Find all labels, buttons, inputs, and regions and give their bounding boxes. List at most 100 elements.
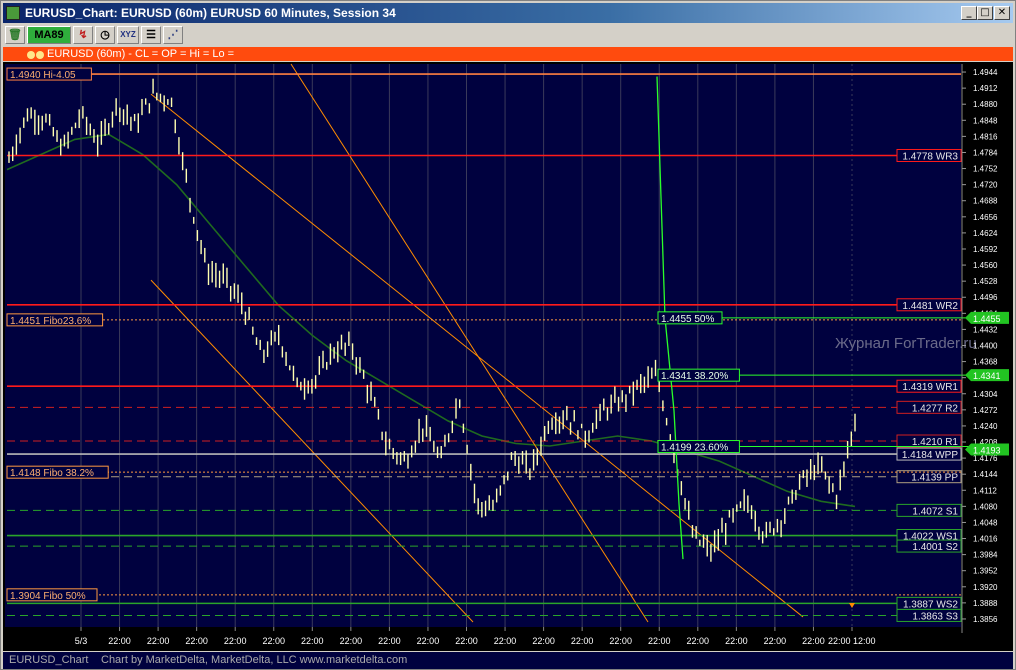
price-tick-label: 1.4720	[973, 181, 998, 190]
watermark: Журнал ForTrader.ru	[835, 335, 977, 352]
time-tick-label: 22:00	[185, 636, 208, 646]
price-tick-label: 1.4496	[973, 293, 998, 302]
close-button[interactable]: ✕	[994, 6, 1010, 20]
status-credit: Chart by MarketDelta, MarketDelta, LLC w…	[101, 654, 408, 666]
fibo-level-text: 1.4451 Fibo23.6%	[10, 316, 91, 327]
pivot-level-label: 1.4451 Fibo23.6%	[6, 313, 104, 327]
price-tick-label: 1.4016	[973, 535, 998, 544]
pivot-level-label: 1.4277 R2	[896, 400, 962, 414]
pivot-level-text: 1.4319 WR1	[902, 382, 958, 393]
time-tick-label: 22:00	[224, 636, 247, 646]
ma89-study-button[interactable]: MA89	[27, 26, 71, 44]
price-tick-label: 1.4592	[973, 245, 998, 254]
price-tick-label: 1.4880	[973, 100, 998, 109]
pivot-level-text: 1.3863 S3	[912, 611, 958, 622]
pivot-level-text: 1.4072 S1	[912, 506, 958, 517]
time-tick-label: 22:00	[764, 636, 787, 646]
price-tick-label: 1.3888	[973, 599, 998, 608]
minimize-button[interactable]: _	[961, 6, 977, 20]
price-tick-label: 1.3856	[973, 615, 998, 624]
pivot-level-label: 1.4001 S2	[896, 539, 962, 553]
study-info-bar: EURUSD (60m) - CL = OP = Hi = Lo =	[3, 47, 1013, 61]
time-tick-label: 22:00	[802, 636, 825, 646]
fibo-level-text: 1.4148 Fibo 38.2%	[10, 468, 94, 479]
fib-level-text: 1.4341 38.20%	[661, 371, 728, 382]
pivot-level-label: 1.4778 WR3	[896, 148, 962, 162]
price-tick-label: 1.4432	[973, 325, 998, 334]
time-tick-label: 22:00	[262, 636, 285, 646]
pivot-level-text: 1.3887 WS2	[903, 599, 958, 610]
price-tick-label: 1.4240	[973, 422, 998, 431]
time-tick-label: 5/3	[75, 636, 88, 646]
time-tick-label: 22:00	[417, 636, 440, 646]
price-tick-label: 1.4528	[973, 277, 998, 286]
pivot-level-text: 1.4001 S2	[912, 542, 958, 553]
pivot-level-label: 1.4148 Fibo 38.2%	[6, 465, 109, 479]
time-tick-label: 22:00	[687, 636, 710, 646]
pivot-level-text: 1.4778 WR3	[902, 151, 958, 162]
status-chart-name: EURUSD_Chart	[9, 654, 89, 666]
time-tick-label: 22:00 12:00	[828, 636, 876, 646]
fib-level-text: 1.4455 50%	[661, 314, 714, 325]
price-tick-label: 1.3920	[973, 583, 998, 592]
study-label: EURUSD (60m) - CL = OP = Hi = Lo =	[47, 48, 235, 60]
price-tick-label: 1.4944	[973, 68, 998, 77]
draw-arrow-icon[interactable]: ↯	[73, 26, 93, 44]
price-tick-label: 1.4912	[973, 84, 998, 93]
price-tag-text: 1.4193	[973, 446, 1001, 456]
time-tick-label: 22:00	[455, 636, 478, 646]
price-tick-label: 1.4144	[973, 470, 998, 479]
xyz-icon[interactable]: XYZ	[117, 26, 139, 44]
fibonacci-icon[interactable]: ⋰	[163, 26, 183, 44]
price-tick-label: 1.4400	[973, 342, 998, 351]
time-tick-label: 22:00	[725, 636, 748, 646]
pivot-level-label: 1.3904 Fibo 50%	[6, 588, 98, 602]
time-tick-label: 22:00	[301, 636, 324, 646]
grid-layer	[80, 64, 853, 627]
price-tick-label: 1.4560	[973, 261, 998, 270]
time-tick-label: 22:00	[378, 636, 401, 646]
clock-icon[interactable]: ◷	[95, 26, 115, 44]
price-tick-label: 1.4688	[973, 197, 998, 206]
price-tick-label: 1.4656	[973, 213, 998, 222]
app-icon	[6, 6, 20, 20]
pivot-level-text: 1.4481 WR2	[902, 301, 958, 312]
fibo-level-text: 1.3904 Fibo 50%	[10, 591, 86, 602]
pivot-level-label: 1.4184 WPP	[896, 447, 962, 461]
price-tick-label: 1.3984	[973, 551, 998, 560]
pivot-level-label: 1.3863 S3	[896, 608, 962, 622]
fib-level-text: 1.4199 23.60%	[661, 443, 728, 454]
time-tick-label: 22:00	[147, 636, 170, 646]
pivot-level-label: 1.4072 S1	[896, 503, 962, 517]
price-tick-label: 1.4368	[973, 358, 998, 367]
plot-area	[5, 64, 961, 627]
time-tick-label: 22:00	[494, 636, 517, 646]
price-tag-text: 1.4341	[973, 371, 1001, 381]
price-tick-label: 1.4752	[973, 165, 998, 174]
price-tick-label: 1.4848	[973, 116, 998, 125]
price-tick-label: 1.4816	[973, 132, 998, 141]
price-tick-label: 1.3952	[973, 567, 998, 576]
price-tick-label: 1.4272	[973, 406, 998, 415]
list-icon[interactable]: ☰	[141, 26, 161, 44]
pivot-level-label: 1.4940 Hi-4.05	[6, 67, 92, 81]
price-tick-label: 1.4112	[973, 486, 997, 495]
time-tick-label: 22:00	[571, 636, 594, 646]
time-tick-label: 22:00	[340, 636, 363, 646]
maximize-button[interactable]: □	[977, 6, 993, 20]
chart-window: EURUSD_Chart: EURUSD (60m) EURUSD 60 Min…	[0, 0, 1016, 670]
time-tick-label: 22:00	[648, 636, 671, 646]
price-tick-label: 1.4080	[973, 502, 998, 511]
pivot-level-text: 1.4277 R2	[912, 403, 959, 414]
price-chart[interactable]: 1.4778 WR3 1.4481 WR2 1.4319 WR1 1.4277 R2 1…	[3, 62, 1013, 651]
trash-icon[interactable]: 🗑	[5, 26, 25, 44]
pivot-level-label: 1.3887 WS2	[896, 596, 962, 610]
price-tick-label: 1.4304	[973, 390, 998, 399]
chart-canvas[interactable]: 1.4778 WR3 1.4481 WR2 1.4319 WR1 1.4277 R2 1…	[3, 62, 1013, 651]
window-title: EURUSD_Chart: EURUSD (60m) EURUSD 60 Min…	[25, 6, 396, 20]
pivot-level-text: 1.4139 PP	[911, 473, 958, 484]
chart-toolbar: 🗑 MA89 ↯ ◷ XYZ ☰ ⋰	[3, 24, 1013, 46]
price-tag-text: 1.4455	[973, 314, 1001, 324]
title-bar[interactable]: EURUSD_Chart: EURUSD (60m) EURUSD 60 Min…	[3, 3, 1013, 23]
status-bar: EURUSD_Chart Chart by MarketDelta, Marke…	[3, 652, 1013, 669]
